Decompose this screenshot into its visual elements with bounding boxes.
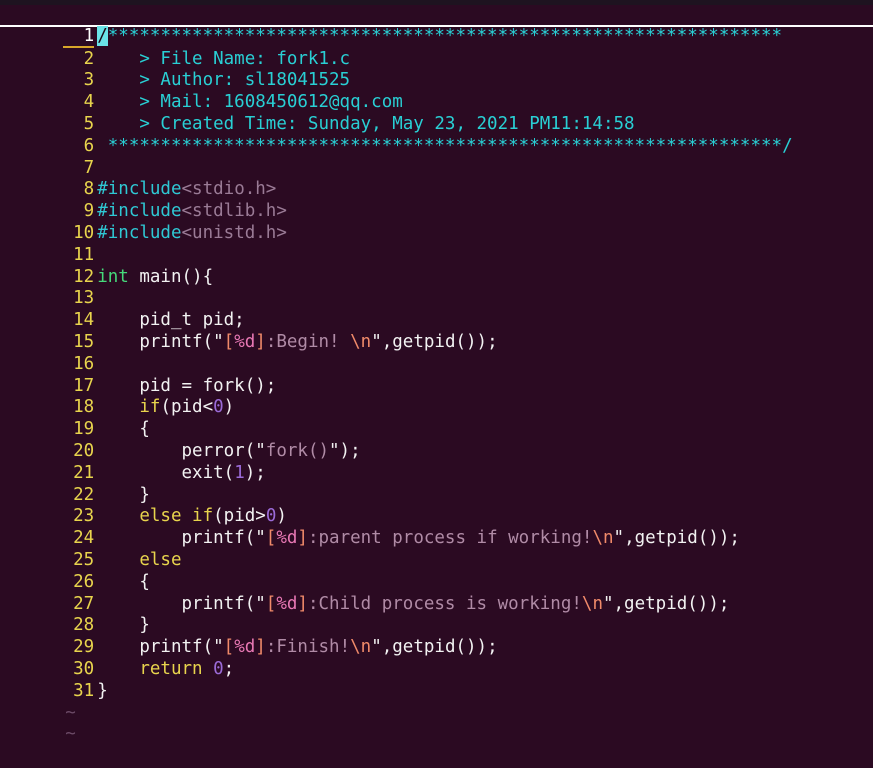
- code-line-1[interactable]: 1/**************************************…: [0, 5, 873, 48]
- code-line-2[interactable]: 2 > File Name: fork1.c: [0, 27, 873, 69]
- code-line-30[interactable]: 30 return 0;: [0, 637, 873, 679]
- code-line-29[interactable]: 29 printf("[%d]:Finish!\n",getpid());: [0, 615, 873, 657]
- code-line-22[interactable]: 22 }: [0, 463, 873, 505]
- eof-filler-row: ~: [0, 681, 873, 723]
- code-line-25[interactable]: 25 else: [0, 528, 873, 570]
- code-line-10[interactable]: 10 #include<unistd.h>: [0, 201, 873, 243]
- code-line-19[interactable]: 19 {: [0, 397, 873, 439]
- code-line-18[interactable]: 18 if(pid<0): [0, 376, 873, 417]
- code-line-7[interactable]: 7: [0, 136, 873, 178]
- text-buffer[interactable]: 1/**************************************…: [0, 5, 873, 744]
- code-line-20[interactable]: 20 perror("fork()");: [0, 419, 873, 461]
- code-line-11[interactable]: 11: [0, 223, 873, 265]
- code-line-15[interactable]: 15 printf("[%d]:Begin! \n",getpid());: [0, 310, 873, 352]
- code-line-12[interactable]: 12 int main(){: [0, 245, 873, 287]
- code-line-31[interactable]: 31}: [0, 659, 873, 701]
- code-line-4[interactable]: 4 > Mail: 1608450612@qq.com: [0, 70, 873, 112]
- tilde-icon: ~: [65, 724, 76, 745]
- code-line-27[interactable]: 27 printf("[%d]:Child process is working…: [0, 572, 873, 614]
- code-line-28[interactable]: 28 }: [0, 594, 873, 635]
- vim-editor-window: 1/**************************************…: [0, 0, 873, 744]
- code-line-14[interactable]: 14 pid_t pid;: [0, 288, 873, 330]
- code-line-13[interactable]: 13: [0, 267, 873, 308]
- code-line-9[interactable]: 9 #include<stdlib.h>: [0, 179, 873, 221]
- code-line-26[interactable]: 26 {: [0, 550, 873, 592]
- code-line-21[interactable]: 21 exit(1);: [0, 441, 873, 483]
- code-line-16[interactable]: 16: [0, 332, 873, 374]
- code-line-3[interactable]: 3 > Author: sl18041525: [0, 49, 873, 90]
- code-line-23[interactable]: 23 else if(pid>0): [0, 485, 873, 526]
- code-line-8[interactable]: 8 #include<stdio.h>: [0, 158, 873, 199]
- code-line-6[interactable]: 6 **************************************…: [0, 114, 873, 156]
- code-line-5[interactable]: 5 > Created Time: Sunday, May 23, 2021 P…: [0, 92, 873, 134]
- code-line-24[interactable]: 24 printf("[%d]:parent process if workin…: [0, 506, 873, 548]
- eof-filler-row: ~: [0, 703, 873, 744]
- code-line-17[interactable]: 17 pid = fork();: [0, 354, 873, 396]
